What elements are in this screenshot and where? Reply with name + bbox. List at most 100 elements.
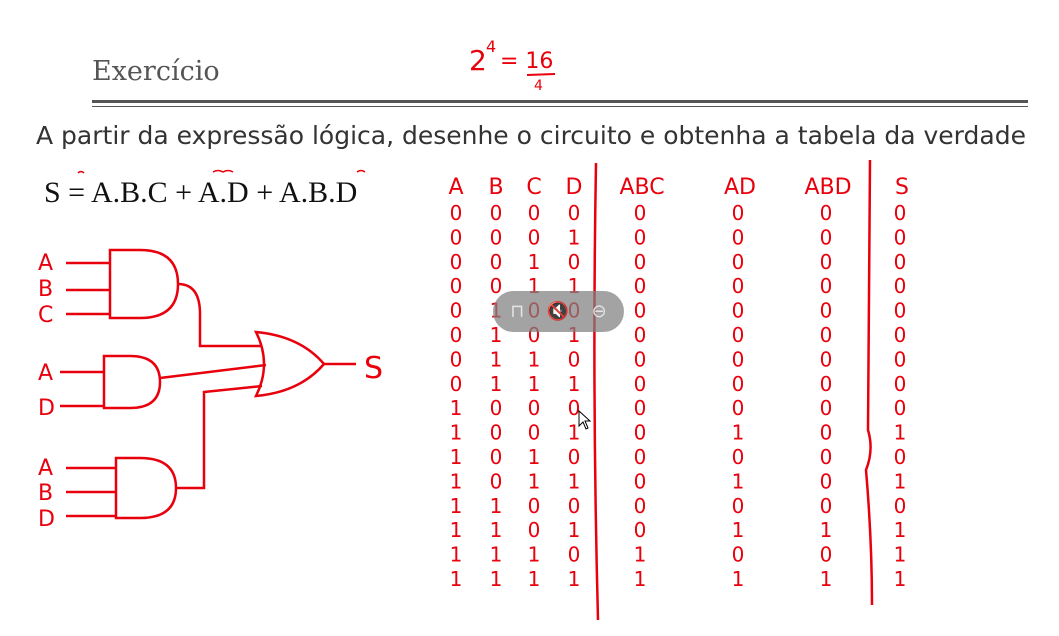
gate2-input-d: D <box>38 396 55 421</box>
gate3-input-b: B <box>38 481 53 506</box>
table-cell: 0 <box>634 299 647 323</box>
gate1-input-c: C <box>38 303 53 328</box>
table-cell: 0 <box>820 347 833 371</box>
table-cell: 1 <box>528 445 541 469</box>
table-cell: 1 <box>894 543 907 567</box>
table-cell: 0 <box>732 347 745 371</box>
annotation-base: 2 <box>469 44 487 77</box>
table-cell: 1 <box>634 567 647 591</box>
table-cell: 0 <box>450 225 463 249</box>
player-overlay[interactable]: ⊓ 🔇 ⊖ <box>493 291 624 332</box>
table-cell: 0 <box>820 469 833 493</box>
table-cell: 1 <box>528 250 541 274</box>
table-cell: 0 <box>820 494 833 518</box>
annotation-result: = 16 <box>500 49 553 74</box>
and-gate-1 <box>108 248 180 320</box>
annotation-underline <box>526 73 556 76</box>
minus-circle-icon[interactable]: ⊖ <box>592 302 607 321</box>
table-header-a: A <box>448 175 463 200</box>
table-cell: 0 <box>894 396 907 420</box>
table-cell: 1 <box>450 469 463 493</box>
table-cell: 1 <box>894 469 907 493</box>
table-cell: 0 <box>820 299 833 323</box>
table-cell: 0 <box>894 347 907 371</box>
table-cell: 1 <box>528 543 541 567</box>
table-cell: 0 <box>894 372 907 396</box>
table-cell: 0 <box>820 225 833 249</box>
table-cell: 1 <box>528 372 541 396</box>
table-cell: 0 <box>634 445 647 469</box>
table-cell: 1 <box>450 445 463 469</box>
mouse-cursor-icon <box>578 410 592 430</box>
table-cell: 0 <box>894 494 907 518</box>
table-cell: 0 <box>634 201 647 225</box>
table-cell: 0 <box>634 518 647 542</box>
table-cell: 0 <box>894 225 907 249</box>
table-header-b: B <box>488 175 503 200</box>
table-cell: 1 <box>894 567 907 591</box>
table-cell: 1 <box>490 543 503 567</box>
table-cell: 0 <box>528 225 541 249</box>
table-cell: 0 <box>634 372 647 396</box>
table-cell: 1 <box>528 469 541 493</box>
gate3-input-d: D <box>38 507 55 532</box>
table-cell: 1 <box>894 518 907 542</box>
table-cell: 0 <box>732 494 745 518</box>
table-cell: 0 <box>820 421 833 445</box>
table-cell: 0 <box>820 396 833 420</box>
gate1-input-b: B <box>38 277 53 302</box>
table-cell: 1 <box>894 421 907 445</box>
table-cell: 0 <box>634 347 647 371</box>
table-cell: 0 <box>894 201 907 225</box>
table-cell: 1 <box>490 518 503 542</box>
table-cell: 1 <box>568 225 581 249</box>
and-gate-2 <box>102 354 162 410</box>
table-cell: 1 <box>450 396 463 420</box>
mute-icon[interactable]: 🔇 <box>547 302 569 321</box>
table-cell: 0 <box>820 274 833 298</box>
table-cell: 0 <box>732 396 745 420</box>
table-cell: 0 <box>634 323 647 347</box>
table-header-abd: ABD <box>804 175 851 200</box>
table-cell: 1 <box>820 518 833 542</box>
gate1-input-a: A <box>38 251 53 276</box>
table-cell: 1 <box>732 469 745 493</box>
table-cell: 1 <box>568 518 581 542</box>
table-header-ad: AD <box>724 175 756 200</box>
table-cell: 0 <box>528 494 541 518</box>
table-cell: 0 <box>568 347 581 371</box>
table-cell: 0 <box>732 372 745 396</box>
table-cell: 0 <box>820 445 833 469</box>
table-cell: 1 <box>528 347 541 371</box>
and-gate-3 <box>114 456 178 520</box>
table-cell: 0 <box>820 372 833 396</box>
table-header-d: D <box>566 175 583 200</box>
table-cell: 1 <box>568 469 581 493</box>
table-cell: 0 <box>490 445 503 469</box>
table-cell: 1 <box>820 567 833 591</box>
table-cell: 0 <box>634 274 647 298</box>
table-cell: 0 <box>528 396 541 420</box>
table-cell: 1 <box>450 494 463 518</box>
table-cell: 0 <box>732 445 745 469</box>
table-cell: 0 <box>732 299 745 323</box>
table-cell: 0 <box>528 518 541 542</box>
table-cell: 0 <box>732 543 745 567</box>
table-cell: 0 <box>450 323 463 347</box>
pin-icon[interactable]: ⊓ <box>510 302 524 321</box>
table-cell: 1 <box>490 494 503 518</box>
table-cell: 0 <box>894 250 907 274</box>
table-cell: 0 <box>490 469 503 493</box>
table-cell: 0 <box>490 250 503 274</box>
table-cell: 0 <box>450 372 463 396</box>
table-cell: 0 <box>568 494 581 518</box>
table-cell: 0 <box>732 274 745 298</box>
table-cell: 0 <box>450 274 463 298</box>
table-cell: 1 <box>528 567 541 591</box>
gate2-input-a: A <box>38 361 53 386</box>
table-cell: 0 <box>820 323 833 347</box>
table-cell: 1 <box>568 567 581 591</box>
circuit-output-s: S <box>364 351 383 386</box>
table-cell: 1 <box>732 518 745 542</box>
annotation-exponent: 4 <box>486 37 496 56</box>
